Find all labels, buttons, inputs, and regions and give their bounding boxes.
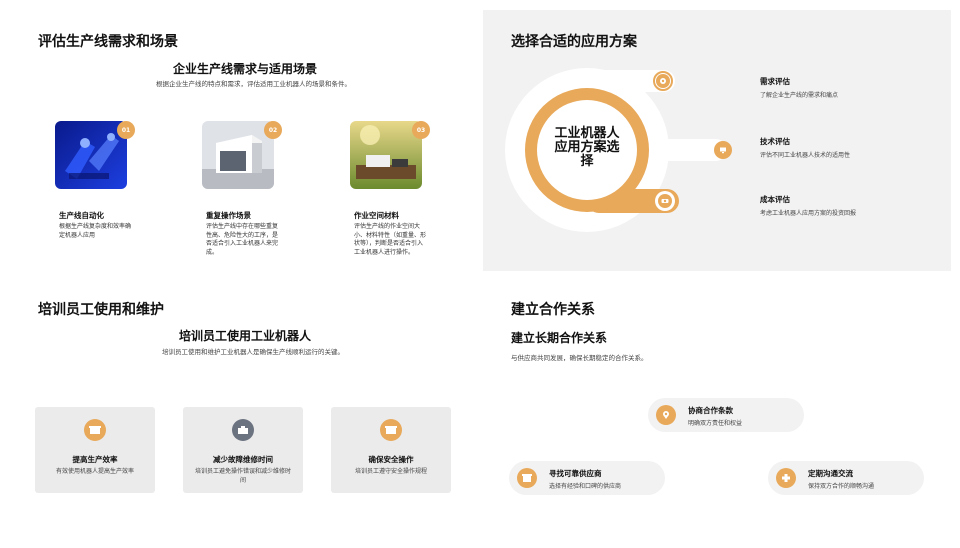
panel-training: 培训员工使用和维护 培训员工使用工业机器人 培训员工使用和维护工业机器人是确保生… — [0, 284, 480, 548]
pill-negotiate: 协商合作条款 明确双方责任和权益 — [648, 398, 804, 432]
pill-supplier: 寻找可靠供应商 选择有经验和口碑的供应商 — [509, 461, 665, 495]
pill-title: 定期沟通交流 — [808, 469, 853, 478]
screen-icon — [716, 143, 730, 157]
plus-icon — [776, 468, 796, 488]
item-desc: 了解企业生产线的需求和痛点 — [760, 92, 839, 99]
panel-title: 评估生产线需求和场景 — [38, 34, 178, 50]
panel-description: 根据企业生产线的特点和需求，评估适用工业机器人的场景和条件。 — [156, 80, 351, 88]
pill-desc: 保持双方合作的顺畅沟通 — [808, 483, 875, 490]
box-title: 减少故障维修时间 — [213, 455, 273, 464]
panel-title: 培训员工使用和维护 — [38, 302, 164, 318]
pill-desc: 选择有经验和口碑的供应商 — [549, 483, 622, 490]
pill-title: 寻找可靠供应商 — [549, 469, 602, 478]
store-icon — [517, 468, 537, 488]
panel-subtitle: 建立长期合作关系 — [511, 331, 608, 345]
money-icon — [658, 194, 672, 208]
tool-icon — [232, 419, 254, 441]
box-maintenance: 减少故障维修时间 培训员工避免操作错误和减少维修时间 — [183, 407, 303, 493]
item-title: 需求评估 — [760, 77, 790, 86]
item-desc: 评估不同工业机器人技术的适用性 — [760, 152, 851, 159]
item-title: 成本评估 — [760, 195, 790, 204]
panel-subtitle: 企业生产线需求与适用场景 — [173, 62, 318, 76]
panel-description: 与供应商共同发展，确保长期稳定的合作关系。 — [511, 354, 648, 362]
card-number-badge: 02 — [264, 121, 282, 139]
box-icon — [84, 419, 106, 441]
panel-production-needs: 评估生产线需求和场景 企业生产线需求与适用场景 根据企业生产线的特点和需求，评估… — [0, 0, 480, 274]
box-efficiency: 提高生产效率 有效使用机器人提高生产效率 — [35, 407, 155, 493]
panel-partnership: 建立合作关系 建立长期合作关系 与供应商共同发展，确保长期稳定的合作关系。 协商… — [480, 284, 960, 548]
card-text: 根据生产线复杂度和效率确定机器人应用 — [59, 223, 132, 239]
center-label: 工业机器人应用方案选择 — [554, 126, 620, 169]
pill-title: 协商合作条款 — [688, 406, 733, 415]
box-title: 提高生产效率 — [72, 455, 118, 464]
box-safety: 确保安全操作 培训员工遵守安全操作规程 — [331, 407, 451, 493]
panel-solution-selection: 选择合适的应用方案 工业机器人应用方案选择 需求评估 了解企业生产线的需求和痛点… — [483, 10, 951, 271]
card-text: 评估生产线的作业空间大小、材料特性（如重量、形状等），判断是否适合引入工业机器人… — [354, 223, 427, 256]
card-number-badge: 01 — [117, 121, 135, 139]
card-text: 评估生产线中存在哪些重复性高、危险性大的工序，是否适合引入工业机器人来完成。 — [206, 223, 279, 256]
item-title: 技术评估 — [760, 137, 790, 146]
box-title: 确保安全操作 — [368, 455, 414, 464]
box-desc: 有效使用机器人提高生产效率 — [55, 468, 134, 475]
shield-icon — [380, 419, 402, 441]
card-title: 生产线自动化 — [59, 211, 104, 220]
card-number-badge: 03 — [412, 121, 430, 139]
item-desc: 考虑工业机器人应用方案的投资回报 — [760, 210, 857, 217]
card-title: 作业空间材料 — [354, 211, 399, 220]
panel-description: 培训员工使用和维护工业机器人是确保生产线顺利运行的关键。 — [162, 348, 344, 356]
gear-icon — [656, 74, 670, 88]
panel-title: 建立合作关系 — [511, 302, 595, 318]
box-desc: 培训员工避免操作错误和减少维修时间 — [194, 468, 291, 484]
box-desc: 培训员工遵守安全操作规程 — [354, 468, 427, 475]
card-title: 重复操作场景 — [206, 211, 251, 220]
panel-subtitle: 培训员工使用工业机器人 — [179, 329, 312, 343]
pill-communication: 定期沟通交流 保持双方合作的顺畅沟通 — [768, 461, 924, 495]
pill-desc: 明确双方责任和权益 — [688, 420, 743, 427]
pin-icon — [656, 405, 676, 425]
